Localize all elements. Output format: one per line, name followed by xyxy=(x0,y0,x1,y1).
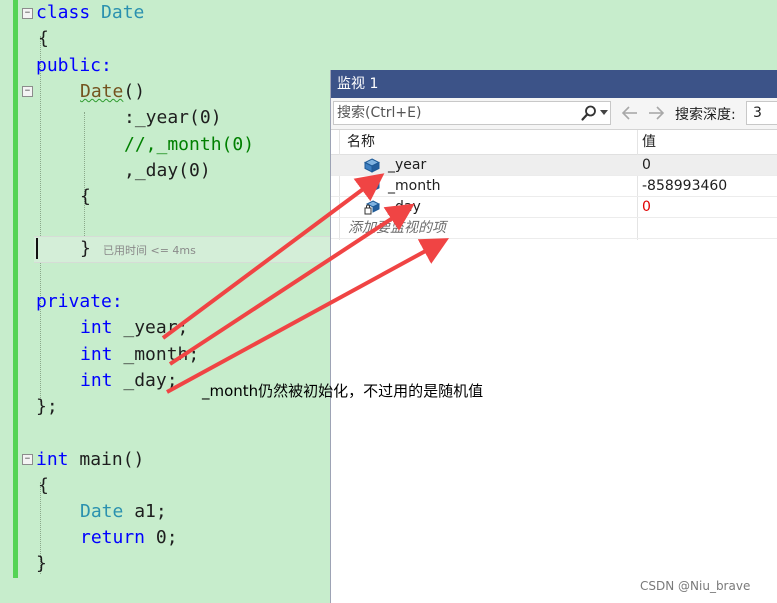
chevron-down-icon[interactable] xyxy=(600,110,608,115)
watch-row-value[interactable]: 0 xyxy=(642,197,651,218)
code-line: public: xyxy=(36,55,112,76)
search-depth-label: 搜索深度: xyxy=(675,107,736,123)
private-field-icon xyxy=(364,179,380,194)
code-line: } xyxy=(80,238,91,259)
search-depth-input[interactable]: 3 xyxy=(746,101,777,125)
back-arrow-icon[interactable] xyxy=(620,103,640,123)
fold-toggle[interactable]: − xyxy=(22,86,33,97)
watch-row-name: _month xyxy=(388,178,441,194)
code-line: class Date xyxy=(36,2,145,23)
forward-arrow-icon[interactable] xyxy=(646,103,666,123)
fold-toggle[interactable]: − xyxy=(22,454,33,465)
code-line: int _month; xyxy=(80,344,200,365)
search-box[interactable] xyxy=(333,101,611,125)
elapsed-time-hint: 已用时间 <= 4ms xyxy=(103,244,196,257)
code-line: :_year(0) xyxy=(124,107,222,128)
change-margin xyxy=(13,0,18,578)
code-line: Date a1; xyxy=(80,501,167,522)
column-header-name[interactable]: 名称 xyxy=(347,130,375,154)
code-line: { xyxy=(38,28,49,49)
code-line: }; xyxy=(36,396,58,417)
watch-row[interactable]: _year 0 xyxy=(331,155,777,176)
code-line: return 0; xyxy=(80,527,178,548)
code-line: ,_day(0) xyxy=(124,160,211,181)
code-line: { xyxy=(38,475,49,496)
annotation-text: _month仍然被初始化，不过用的是随机值 xyxy=(202,382,484,400)
watch-toolbar: 搜索深度: 3 xyxy=(331,98,777,130)
code-line: int _day; xyxy=(80,370,178,391)
indent-guide xyxy=(40,36,41,402)
search-input[interactable] xyxy=(337,103,572,123)
code-line: int _year; xyxy=(80,317,189,338)
search-icon[interactable] xyxy=(580,104,598,122)
column-header-value[interactable]: 值 xyxy=(642,130,656,154)
watch-row-value[interactable]: -858993460 xyxy=(642,176,727,197)
code-line: private: xyxy=(36,291,123,312)
watch-grid-header: 名称 值 xyxy=(331,130,777,155)
add-watch-item-placeholder[interactable]: 添加要监视的项 xyxy=(348,218,446,239)
field-icon xyxy=(364,158,380,173)
watch-window[interactable]: 监视 1 搜索深度: 3 名称 值 _ye xyxy=(330,70,777,603)
watch-row[interactable]: _day 0 xyxy=(331,197,777,218)
code-line: int main() xyxy=(36,449,145,470)
watch-row-value[interactable]: 0 xyxy=(642,155,651,176)
watch-row-name: _year xyxy=(388,157,427,173)
watch-title-bar[interactable]: 监视 1 xyxy=(331,70,777,98)
watermark: CSDN @Niu_brave xyxy=(640,579,751,593)
private-field-icon xyxy=(364,200,380,215)
code-line: Date() xyxy=(80,81,146,102)
watch-row-name: _day xyxy=(388,199,421,215)
add-watch-item[interactable]: 添加要监视的项 xyxy=(331,218,777,239)
text-caret xyxy=(36,238,38,259)
code-line: { xyxy=(80,186,91,207)
code-line: //,_month(0) xyxy=(124,134,255,155)
fold-toggle[interactable]: − xyxy=(22,8,33,19)
watch-row[interactable]: _month -858993460 xyxy=(331,176,777,197)
code-line: } xyxy=(36,553,47,574)
